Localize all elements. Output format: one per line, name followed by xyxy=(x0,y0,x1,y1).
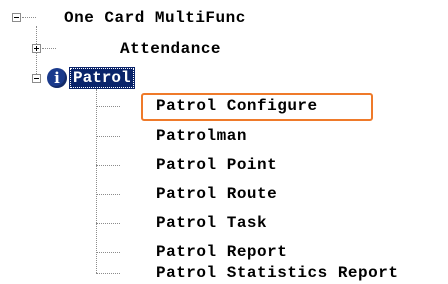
root-collapse-toggle[interactable] xyxy=(12,13,21,22)
tree-connector xyxy=(96,106,120,107)
tree-connector xyxy=(96,165,120,166)
info-icon: i xyxy=(47,68,67,88)
tree-connector xyxy=(96,273,120,274)
tree-connector xyxy=(96,252,120,253)
tree-node-patrol-task[interactable]: Patrol Task xyxy=(156,213,267,233)
tree-node-patrol-configure[interactable]: Patrol Configure xyxy=(156,96,318,116)
tree-node-patrol-statistics-report[interactable]: Patrol Statistics Report xyxy=(156,263,398,283)
tree-connector xyxy=(42,48,56,49)
tree-view: One Card MultiFunc Attendance i Patrol P… xyxy=(0,0,448,284)
tree-node-patrol[interactable]: Patrol xyxy=(69,67,135,89)
tree-connector xyxy=(96,136,120,137)
tree-node-attendance[interactable]: Attendance xyxy=(120,39,221,59)
tree-connector xyxy=(22,17,36,18)
tree-connector xyxy=(96,223,120,224)
tree-node-root[interactable]: One Card MultiFunc xyxy=(64,8,246,28)
patrol-collapse-toggle[interactable] xyxy=(32,74,41,83)
attendance-expand-toggle[interactable] xyxy=(32,44,41,53)
tree-node-patrolman[interactable]: Patrolman xyxy=(156,126,247,146)
tree-connector xyxy=(96,89,97,273)
tree-node-patrol-point[interactable]: Patrol Point xyxy=(156,155,277,175)
tree-node-patrol-report[interactable]: Patrol Report xyxy=(156,242,287,262)
tree-connector xyxy=(96,194,120,195)
tree-node-patrol-route[interactable]: Patrol Route xyxy=(156,184,277,204)
